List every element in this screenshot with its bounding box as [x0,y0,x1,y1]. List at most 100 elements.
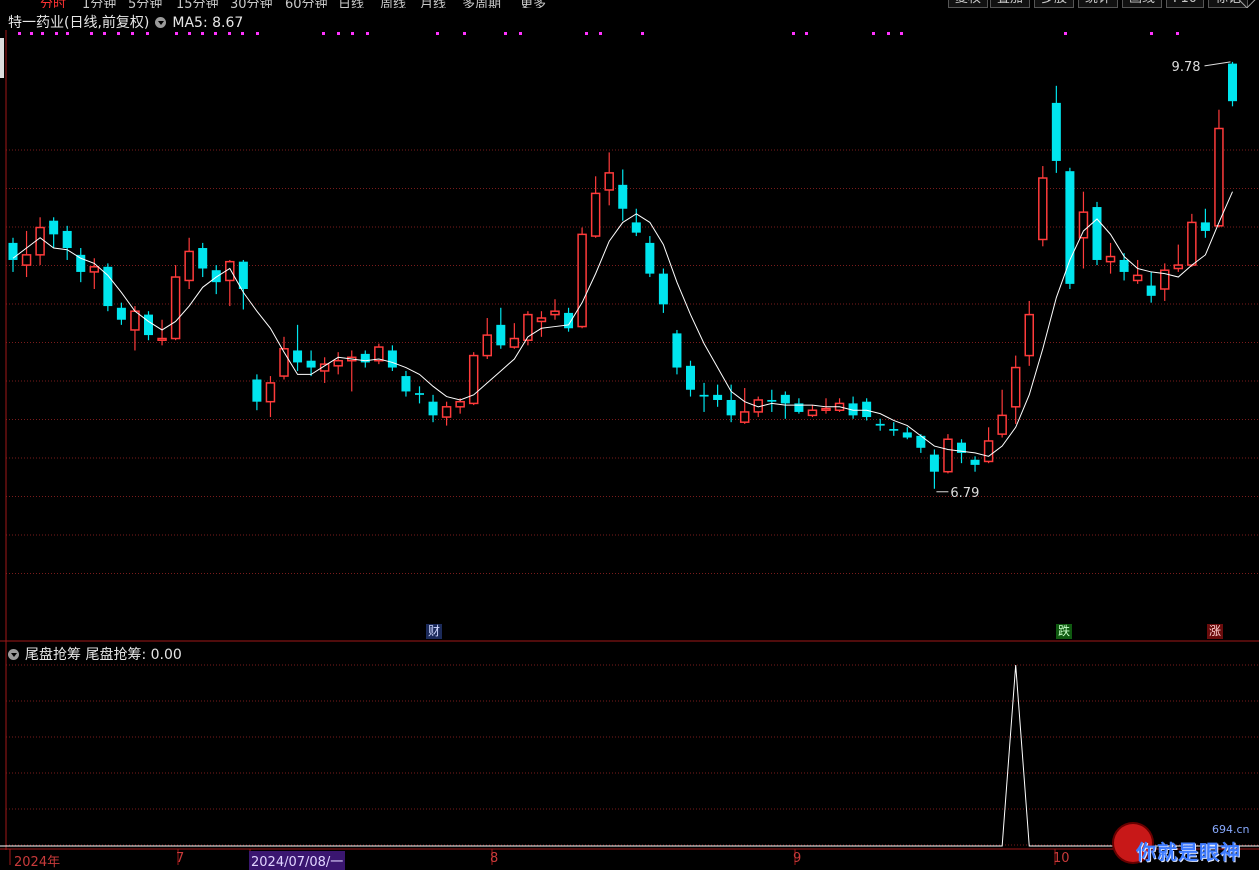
candle-body [780,394,790,404]
candle-body [184,250,194,282]
indicator-line [0,664,1259,847]
candle-body [1105,255,1116,263]
signal-dot [1176,32,1179,35]
candle-body [686,365,695,390]
signal-dot [214,32,217,35]
signal-dot [103,32,106,35]
candle-body [252,379,262,402]
signal-dot [322,32,325,35]
signal-dot [337,32,340,35]
candle-body [1065,171,1075,284]
candle-body [902,432,912,438]
dropdown-icon[interactable] [8,649,19,660]
candle-body [550,310,560,316]
signal-dot [900,32,903,35]
candle-body [157,337,167,341]
candle-body [293,350,303,363]
kline-chart[interactable]: 9.78 6.79 [0,0,1259,865]
candle-body [415,393,424,395]
signal-dot [201,32,204,35]
x-label-jul: 7 [176,851,185,866]
x-label-year: 2024年 [14,855,61,870]
candle-body [862,401,872,418]
earnings-marker[interactable]: 财 [426,624,443,639]
signal-dot [228,32,231,35]
signal-dot [18,32,21,35]
up-marker[interactable]: 涨 [1207,624,1224,639]
candle-body [441,406,452,418]
candle-body [1187,221,1197,266]
signal-dot [887,32,890,35]
candle-body [455,400,465,408]
candle-body [997,414,1007,435]
candle-body [631,222,641,233]
candle-body [35,226,45,256]
signal-dot [351,32,354,35]
candle-body [89,266,100,273]
candle-body [618,184,628,209]
candle-body [1051,102,1061,161]
down-marker[interactable]: 跌 [1056,624,1073,639]
signal-dot [146,32,149,35]
x-label-oct: 10 [1053,851,1070,866]
x-label-cursor-date: 2024/07/08/一 [249,851,346,870]
candle-body [333,359,343,367]
high-price-label: 9.78 [1172,60,1201,75]
signal-dot [256,32,259,35]
candle-body [428,401,438,416]
signal-dots [18,32,1179,35]
candle-body [739,411,750,423]
indicator-name: 尾盘抢筹 [25,647,81,663]
main-panel-header: 特一药业(日线,前复权) MA5: 8.67 [8,12,243,32]
signal-dot [41,32,44,35]
candle-body [1132,274,1143,282]
signal-dot [30,32,33,35]
dropdown-icon[interactable] [155,17,167,28]
candle-body [983,440,994,463]
candle-body [1078,211,1089,239]
candle-body [875,423,885,426]
signal-dot [188,32,191,35]
candle-body [726,399,736,416]
candle-body [699,394,709,397]
low-price-label: 6.79 [950,486,979,501]
price-annotations: 9.78 6.79 [936,60,1231,501]
chart-grid [0,30,1259,865]
candle-body [943,438,953,473]
candle-body [1173,264,1184,270]
candle-body [658,273,668,305]
candlestick-series [8,61,1237,489]
candle-body [1214,127,1224,227]
signal-dot [504,32,507,35]
x-axis: 2024年 7 2024/07/08/一 8 9 10 [0,850,1259,870]
candle-body [62,230,72,249]
candle-body [970,459,980,465]
signal-dot [55,32,58,35]
x-label-sep: 9 [793,851,802,866]
candle-body [8,242,18,260]
candle-body [1024,313,1034,357]
ma5-label: MA5: 8.67 [172,15,244,31]
candle-body [821,407,831,411]
candle-body [509,337,520,348]
candle-body [21,254,32,266]
candle-body [76,254,86,272]
candle-body [929,454,939,472]
candle-body [767,399,777,402]
indicator-value: 尾盘抢筹: 0.00 [85,647,182,663]
candle-body [1200,222,1210,231]
signal-dot [519,32,522,35]
signal-dot [436,32,439,35]
watermark-domain: 694.cn [1212,823,1250,836]
candle-body [1010,366,1021,408]
candle-body [170,276,181,340]
candle-body [807,409,818,417]
watermark: 694.cn 你就是眼神 [1112,820,1257,865]
candle-body [265,382,276,403]
candle-body [604,172,614,191]
candle-body [577,233,587,328]
high-pointer [1204,61,1231,67]
candle-body [1038,177,1048,241]
signal-dot [1064,32,1067,35]
candle-body [130,310,140,331]
